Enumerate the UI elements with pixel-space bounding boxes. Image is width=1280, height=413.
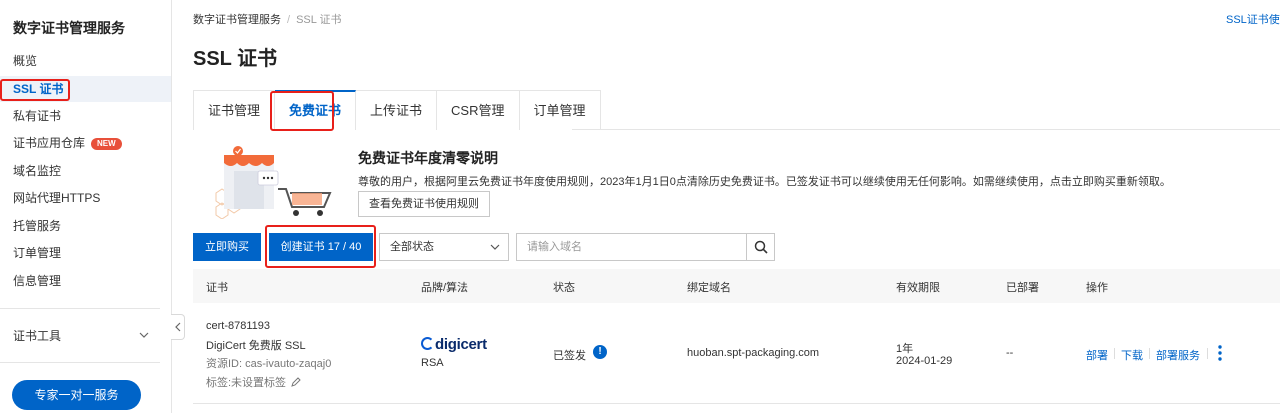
column-header-deployed: 已部署	[1006, 282, 1039, 294]
tab-upload-cert[interactable]: 上传证书	[356, 90, 438, 130]
deploy-link[interactable]: 部署	[1086, 347, 1108, 363]
download-link[interactable]: 下载	[1121, 347, 1143, 363]
column-header-status: 状态	[553, 282, 575, 294]
status-select-value: 全部状态	[390, 241, 434, 253]
search-button[interactable]	[746, 233, 775, 261]
sidebar-item-label: 证书应用仓库	[13, 136, 86, 150]
highlight-box	[270, 91, 334, 131]
sidebar-divider	[0, 362, 160, 363]
cert-tag[interactable]: 标签:未设置标签	[206, 374, 301, 390]
column-header-cert: 证书	[206, 282, 228, 294]
sidebar-collapse-handle[interactable]	[171, 314, 185, 340]
breadcrumb-separator: /	[287, 14, 291, 26]
view-rules-button[interactable]: 查看免费证书使用规则	[358, 191, 490, 217]
sidebar-title: 数字证书管理服务	[13, 20, 125, 36]
sidebar-item-overview[interactable]: 概览	[13, 51, 37, 71]
sidebar-divider	[0, 308, 160, 309]
new-badge: NEW	[91, 138, 122, 150]
row-divider	[193, 403, 1280, 404]
sidebar-item-orders[interactable]: 订单管理	[13, 243, 61, 263]
page-title: SSL 证书	[193, 48, 278, 70]
deployed-value: --	[1006, 347, 1014, 359]
chevron-down-icon[interactable]	[139, 330, 149, 340]
status-select[interactable]: 全部状态	[379, 233, 509, 261]
action-separator	[1114, 348, 1115, 359]
tab-bar: 证书管理 免费证书 上传证书 CSR管理 订单管理	[193, 90, 601, 130]
column-header-validity: 有效期限	[896, 282, 940, 294]
cert-name[interactable]: cert-8781193	[206, 320, 270, 332]
ssl-usage-link[interactable]: SSL证书使用	[1226, 11, 1280, 27]
tab-csr-management[interactable]: CSR管理	[437, 90, 520, 130]
sidebar-item-domain-monitor[interactable]: 域名监控	[13, 161, 61, 181]
sidebar-tools-group[interactable]: 证书工具	[13, 326, 61, 346]
tab-cert-management[interactable]: 证书管理	[194, 90, 276, 130]
more-options-icon[interactable]	[1218, 345, 1222, 361]
search-icon	[754, 240, 768, 254]
brand-name: digicert	[435, 336, 487, 353]
action-separator	[1207, 348, 1208, 359]
tab-order-management[interactable]: 订单管理	[519, 90, 601, 130]
resource-id: 资源ID: cas-ivauto-zaqaj0	[206, 358, 332, 370]
chevron-down-icon	[490, 244, 500, 250]
info-icon[interactable]: !	[593, 345, 607, 359]
breadcrumb-current: SSL 证书	[296, 14, 342, 26]
sidebar-item-managed-service[interactable]: 托管服务	[13, 216, 61, 236]
breadcrumb-root[interactable]: 数字证书管理服务	[193, 14, 281, 26]
column-header-brand: 品牌/算法	[421, 282, 469, 294]
cert-tag-label: 标签:未设置标签	[206, 377, 287, 389]
edit-pencil-icon[interactable]	[291, 377, 301, 387]
algorithm: RSA	[421, 357, 444, 369]
expert-service-button[interactable]: 专家一对一服务	[12, 380, 141, 410]
digicert-logo: digicert	[421, 336, 487, 353]
tabs-underline	[572, 129, 1280, 130]
domain-search-input[interactable]: 请输入域名	[516, 233, 747, 261]
cert-type: DigiCert 免费版 SSL	[206, 340, 306, 352]
breadcrumb: 数字证书管理服务 / SSL 证书	[193, 11, 342, 27]
sidebar-item-info[interactable]: 信息管理	[13, 271, 61, 291]
sidebar-item-private-cert[interactable]: 私有证书	[13, 106, 61, 126]
validity-period: 1年	[896, 343, 914, 355]
validity-date: 2024-01-29	[896, 355, 953, 367]
column-header-domain: 绑定域名	[687, 282, 731, 294]
status-text: 已签发	[553, 350, 586, 362]
action-separator	[1149, 348, 1150, 359]
buy-now-button[interactable]: 立即购买	[193, 233, 261, 261]
shop-illustration-icon	[215, 146, 332, 219]
banner-title: 免费证书年度清零说明	[358, 150, 498, 166]
chevron-left-icon	[174, 322, 180, 332]
highlight-box	[265, 225, 376, 268]
bound-domain: huoban.spt-packaging.com	[687, 347, 820, 359]
sidebar-item-https-proxy[interactable]: 网站代理HTTPS	[13, 188, 100, 208]
sidebar-item-cert-repo[interactable]: 证书应用仓库 NEW	[13, 133, 122, 153]
banner-description: 尊敬的用户，根据阿里云免费证书年度使用规则，2023年1月1日0点清除历史免费证…	[358, 176, 1171, 188]
table-header	[193, 269, 1280, 303]
column-header-actions: 操作	[1086, 282, 1108, 294]
sidebar: 数字证书管理服务 概览 SSL 证书 私有证书 证书应用仓库 NEW 域名监控 网…	[0, 0, 172, 413]
deploy-service-link[interactable]: 部署服务	[1156, 347, 1200, 363]
highlight-box	[0, 79, 70, 101]
